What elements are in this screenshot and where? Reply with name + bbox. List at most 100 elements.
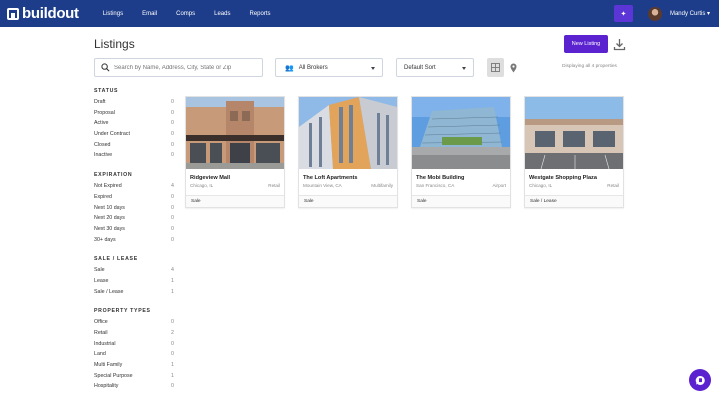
filter-row[interactable]: Proposal 0 [94, 108, 174, 119]
filter-label: Expired [94, 193, 112, 200]
search-bar [94, 58, 263, 77]
download-icon[interactable] [613, 38, 626, 51]
filter-count: 0 [171, 225, 174, 232]
listing-city: Chicago, IL [529, 183, 553, 188]
filter-row[interactable]: Not Expired 4 [94, 181, 174, 192]
filter-row[interactable]: Next 10 days 0 [94, 203, 174, 214]
sort-select[interactable]: Default Sort [396, 58, 474, 77]
filter-count: 0 [171, 204, 174, 211]
filter-count: 4 [171, 183, 174, 190]
filter-label: Sale / Lease [94, 288, 124, 295]
chat-icon [695, 375, 705, 385]
listing-card[interactable]: Ridgeview Mall Chicago, IL Retail Sale [185, 96, 285, 208]
listing-deal-type: Sale [412, 195, 510, 207]
search-icon [101, 63, 110, 72]
listing-photo [525, 97, 623, 169]
listing-deal-type: Sale / Lease [525, 195, 623, 207]
filter-count: 1 [171, 362, 174, 369]
listing-card[interactable]: The Loft Apartments Mountain View, CA Mu… [298, 96, 398, 208]
filter-heading: SALE / LEASE [94, 256, 138, 263]
filter-row[interactable]: Active 0 [94, 118, 174, 129]
filters-sidebar: STATUS Draft 0 Proposal 0 Active 0 Under Co… [94, 87, 174, 402]
listing-type: Airport [492, 183, 506, 188]
filter-row[interactable]: Land 0 [94, 349, 174, 360]
filter-heading: EXPIRATION [94, 172, 133, 179]
listing-photo [186, 97, 284, 169]
filter-row[interactable]: Expired 0 [94, 192, 174, 203]
filter-row[interactable]: Next 20 days 0 [94, 213, 174, 224]
filter-row[interactable]: Hospitality 0 [94, 381, 174, 392]
filter-count: 0 [171, 383, 174, 390]
filter-label: Inactive [94, 152, 113, 159]
nav-comps[interactable]: Comps [176, 11, 195, 17]
filter-section-sale-lease: SALE / LEASE Sale 4 Lease 1 Sale / Lease 1 [94, 255, 174, 297]
page-title: Listings [94, 37, 135, 51]
filter-row[interactable]: Under Contract 0 [94, 129, 174, 140]
filter-label: Next 30 days [94, 225, 125, 232]
filter-label: Draft [94, 99, 106, 105]
listing-meta: San Francisco, CA Airport [416, 183, 506, 192]
filter-row[interactable]: Next 30 days 0 [94, 224, 174, 235]
filter-label: Retail [94, 330, 108, 336]
nav-reports[interactable]: Reports [249, 11, 270, 17]
filter-heading: PROPERTY TYPES [94, 308, 151, 315]
user-menu[interactable]: Mandy Curtis ▾ [670, 10, 710, 17]
filter-count: 4 [171, 267, 174, 274]
filter-label: Active [94, 120, 109, 127]
filter-row[interactable]: Office 0 [94, 317, 174, 328]
filter-label: Next 10 days [94, 204, 125, 211]
map-pin-icon [510, 63, 517, 72]
buildout-logo[interactable]: buildout [7, 0, 79, 27]
top-navigation-bar: buildout Listings Email Comps Leads Repo… [0, 0, 719, 27]
avatar[interactable] [647, 6, 662, 21]
filter-label: Proposal [94, 109, 115, 116]
filter-row[interactable]: Closed 0 [94, 140, 174, 151]
listing-meta: Mountain View, CA Multifamily [303, 183, 393, 192]
filter-row[interactable]: Industrial 0 [94, 339, 174, 350]
grid-view-toggle[interactable] [487, 58, 504, 77]
sparkle-icon: ✦ [620, 10, 627, 18]
buildout-logo-icon [7, 7, 19, 20]
listing-city: Chicago, IL [190, 183, 214, 188]
filter-count: 0 [171, 319, 174, 326]
filter-label: Land [94, 351, 106, 358]
filter-label: Lease [94, 277, 109, 284]
filter-row[interactable]: Special Purpose 1 [94, 371, 174, 382]
filter-count: 0 [171, 215, 174, 222]
listing-name: The Loft Apartments [303, 175, 358, 181]
listing-card[interactable]: Westgate Shopping Plaza Chicago, IL Reta… [524, 96, 624, 208]
filter-section-property-types: PROPERTY TYPES Office 0 Retail 2 Industria… [94, 307, 174, 392]
filter-row[interactable]: Multi Family 1 [94, 360, 174, 371]
search-input[interactable] [114, 64, 254, 71]
filter-count: 0 [171, 120, 174, 127]
filter-row[interactable]: 30+ days 0 [94, 235, 174, 246]
listing-card[interactable]: The Mobi Building San Francisco, CA Airp… [411, 96, 511, 208]
filter-count: 0 [171, 152, 174, 159]
filter-row[interactable]: Draft 0 [94, 97, 174, 108]
filter-section-expiration: EXPIRATION Not Expired 4 Expired 0 Next 10… [94, 171, 174, 245]
filter-count: 0 [171, 131, 174, 138]
people-icon: 👥 [285, 64, 294, 72]
nav-email[interactable]: Email [142, 11, 157, 17]
filter-row[interactable]: Sale / Lease 1 [94, 287, 174, 298]
filter-count: 1 [171, 372, 174, 379]
listing-deal-type: Sale [299, 195, 397, 207]
filter-label: Multi Family [94, 362, 123, 369]
ai-sparkle-button[interactable]: ✦ [613, 5, 633, 22]
nav-listings[interactable]: Listings [103, 11, 123, 17]
filter-label: Sale [94, 267, 105, 274]
chevron-down-icon [462, 67, 466, 70]
filter-count: 0 [171, 141, 174, 148]
brokers-select-value: All Brokers [298, 64, 328, 71]
chat-support-button[interactable] [689, 369, 711, 391]
nav-leads[interactable]: Leads [214, 11, 230, 17]
brokers-select[interactable]: 👥 All Brokers [275, 58, 383, 77]
map-view-toggle[interactable] [505, 58, 522, 77]
filter-row[interactable]: Inactive 0 [94, 150, 174, 161]
filter-row[interactable]: Lease 1 [94, 276, 174, 287]
filter-row[interactable]: Retail 2 [94, 328, 174, 339]
new-listing-button[interactable]: New Listing [564, 35, 608, 53]
filter-label: Special Purpose [94, 372, 133, 379]
filter-row[interactable]: Sale 4 [94, 265, 174, 276]
filter-label: Not Expired [94, 183, 122, 190]
